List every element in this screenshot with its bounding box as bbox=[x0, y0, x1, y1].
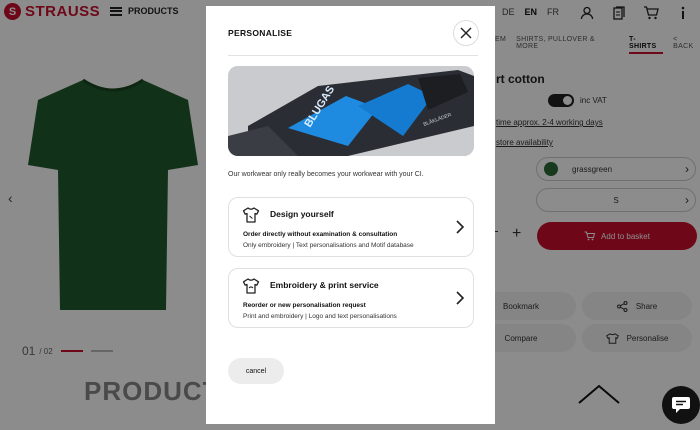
chat-button[interactable] bbox=[662, 386, 700, 424]
personalise-dialog: PERSONALISE BLUGAS BLÅKLÄDER Our workwea… bbox=[206, 6, 495, 424]
close-icon bbox=[460, 27, 472, 39]
option-title: Embroidery & print service bbox=[270, 280, 379, 290]
option-subtitle: Order directly without examination & con… bbox=[243, 231, 398, 238]
chevron-right-icon bbox=[456, 291, 465, 305]
dialog-header: PERSONALISE bbox=[228, 20, 479, 56]
hero-image: BLUGAS BLÅKLÄDER bbox=[228, 66, 474, 156]
chat-icon bbox=[672, 397, 690, 413]
option-title: Design yourself bbox=[270, 209, 334, 219]
option-design-yourself[interactable]: Design yourself Order directly without e… bbox=[228, 197, 474, 257]
workwear-photo: BLUGAS BLÅKLÄDER bbox=[228, 66, 474, 156]
option-description: Print and embroidery | Logo and text per… bbox=[243, 313, 397, 320]
option-subtitle: Reorder or new personalisation request bbox=[243, 302, 366, 309]
tshirt-icon bbox=[242, 207, 260, 223]
option-embroidery-print-service[interactable]: Embroidery & print service Reorder or ne… bbox=[228, 268, 474, 328]
option-description: Only embroidery | Text personalisations … bbox=[243, 242, 414, 249]
chevron-right-icon bbox=[456, 220, 465, 234]
dialog-title: PERSONALISE bbox=[228, 28, 293, 38]
cancel-button[interactable]: cancel bbox=[228, 358, 284, 384]
dialog-intro-text: Our workwear only really becomes your wo… bbox=[228, 171, 424, 178]
close-button[interactable] bbox=[453, 20, 479, 46]
tshirt-icon bbox=[242, 278, 260, 294]
